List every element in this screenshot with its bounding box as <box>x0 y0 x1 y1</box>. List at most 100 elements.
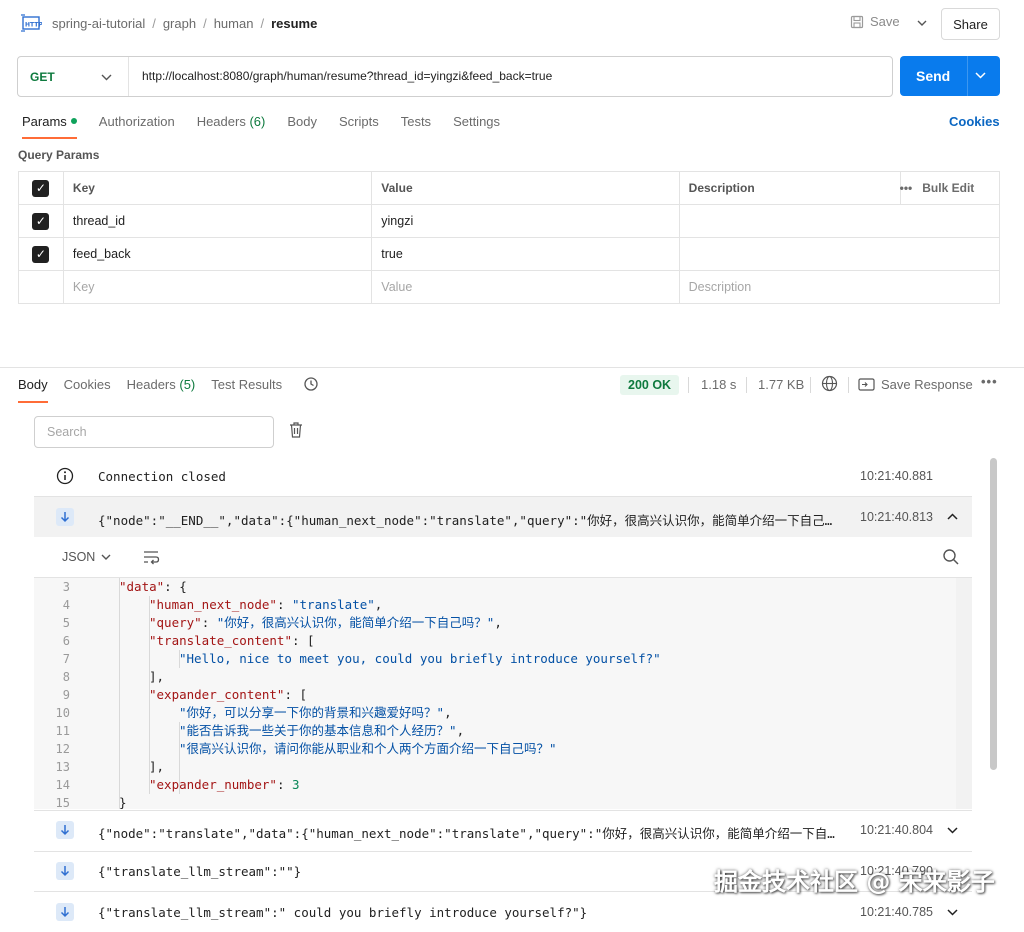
response-tab-cookies[interactable]: Cookies <box>64 377 111 392</box>
headers-count: (6) <box>249 114 266 129</box>
line-number: 5 <box>62 616 70 630</box>
save-options-button[interactable] <box>912 12 932 34</box>
code-line: 8], <box>34 668 946 686</box>
divider <box>746 377 747 393</box>
share-button[interactable]: Share <box>941 8 1000 40</box>
response-tabs: Body Cookies Headers (5) Test Results <box>18 377 298 403</box>
line-number: 14 <box>55 778 70 792</box>
more-dots-icon: ••• <box>899 181 913 195</box>
code-line: 12 "很高兴认识你，请问你能从职业和个人两个方面介绍一下自己吗？" <box>34 740 946 758</box>
breadcrumb-item[interactable]: spring-ai-tutorial <box>52 16 145 31</box>
save-label: Save <box>870 14 900 29</box>
indent-guide <box>179 650 180 668</box>
breadcrumb-item[interactable]: human <box>214 16 254 31</box>
new-description-input[interactable]: Description <box>680 271 999 303</box>
code-content: "expander_number": 3 <box>149 777 300 792</box>
save-response-button[interactable]: Save Response <box>858 377 973 392</box>
code-scrollbar-track[interactable] <box>956 578 972 809</box>
indent-guide <box>179 722 180 794</box>
event-time: 10:21:40.813 <box>860 510 933 524</box>
tab-settings[interactable]: Settings <box>453 114 500 129</box>
down-arrow-icon <box>56 508 74 526</box>
param-value-cell[interactable]: yingzi <box>372 205 680 237</box>
chevron-up-icon[interactable] <box>947 509 958 525</box>
down-arrow-icon <box>56 903 74 921</box>
tab-authorization[interactable]: Authorization <box>99 114 175 129</box>
code-content: "很高兴认识你，请问你能从职业和个人两个方面介绍一下自己吗？" <box>179 741 557 756</box>
line-number: 12 <box>55 742 70 756</box>
select-all-checkbox[interactable]: ✓ <box>32 179 50 197</box>
indent-guide <box>119 578 120 809</box>
new-key-input[interactable]: Key <box>64 271 373 303</box>
response-tab-body[interactable]: Body <box>18 377 48 403</box>
response-scrollbar[interactable] <box>990 458 997 770</box>
chevron-down-icon <box>101 554 111 560</box>
line-number: 11 <box>55 724 70 738</box>
format-select[interactable]: JSON <box>62 550 111 564</box>
param-description-cell[interactable] <box>680 205 999 237</box>
response-size[interactable]: 1.77 KB <box>758 377 804 392</box>
section-divider[interactable] <box>0 367 1024 368</box>
response-tab-test-results[interactable]: Test Results <box>211 377 282 392</box>
line-number: 13 <box>55 760 70 774</box>
param-description-cell[interactable] <box>680 238 999 270</box>
divider <box>128 57 129 96</box>
chevron-down-icon[interactable] <box>947 822 958 838</box>
event-time: 10:21:40.881 <box>860 469 933 483</box>
response-time[interactable]: 1.18 s <box>701 377 736 392</box>
code-line: 11 "能否告诉我一些关于你的基本信息和个人经历？", <box>34 722 946 740</box>
tab-params[interactable]: Params <box>22 114 77 139</box>
send-options-chevron-down-icon[interactable] <box>975 67 986 82</box>
event-row[interactable]: Connection closed 10:21:40.881 <box>34 456 972 496</box>
search-input[interactable]: Search <box>34 416 274 448</box>
chevron-down-icon[interactable] <box>947 904 958 920</box>
event-row[interactable]: {"translate_llm_stream":" could you brie… <box>34 892 972 932</box>
svg-text:HTTP: HTTP <box>25 22 42 29</box>
tab-body[interactable]: Body <box>287 114 317 129</box>
event-row-expanded[interactable]: {"node":"__END__","data":{"human_next_no… <box>34 497 972 537</box>
tab-scripts[interactable]: Scripts <box>339 114 379 129</box>
param-key-cell[interactable]: feed_back <box>64 238 373 270</box>
code-content: "data": { <box>119 579 187 594</box>
method-select[interactable]: GET <box>30 70 55 84</box>
wrap-lines-icon[interactable] <box>142 549 160 565</box>
code-line: 14 "expander_number": 3 <box>34 776 946 794</box>
code-content: } <box>119 795 127 809</box>
url-input[interactable]: http://localhost:8080/graph/human/resume… <box>142 69 552 83</box>
row-checkbox[interactable]: ✓ <box>32 245 50 263</box>
response-tab-headers[interactable]: Headers (5) <box>127 377 196 392</box>
tab-headers[interactable]: Headers (6) <box>197 114 266 129</box>
more-options-icon[interactable]: ••• <box>981 374 998 389</box>
send-button[interactable]: Send <box>900 56 1000 96</box>
cookies-link[interactable]: Cookies <box>949 114 1000 129</box>
indent-guide <box>149 596 150 794</box>
search-icon[interactable] <box>942 548 960 566</box>
table-row-new: Key Value Description <box>19 271 999 303</box>
param-value-cell[interactable]: true <box>372 238 680 270</box>
new-value-input[interactable]: Value <box>372 271 680 303</box>
globe-icon[interactable] <box>821 375 838 395</box>
event-text: {"translate_llm_stream":" could you brie… <box>98 905 588 920</box>
event-text: Connection closed <box>98 469 226 484</box>
bulk-edit-button[interactable]: ••• Bulk Edit <box>900 181 975 195</box>
event-row[interactable]: {"node":"translate","data":{"human_next_… <box>34 810 972 850</box>
param-key-cell[interactable]: thread_id <box>64 205 373 237</box>
save-button[interactable]: Save <box>850 14 900 29</box>
method-chevron-down-icon[interactable] <box>101 69 112 84</box>
column-header-description: Description ••• Bulk Edit <box>680 172 999 204</box>
history-icon[interactable] <box>303 376 319 395</box>
line-number: 4 <box>62 598 70 612</box>
code-content: "query": "你好，很高兴认识你，能简单介绍一下自己吗？", <box>149 615 502 630</box>
code-line: 9 "expander_content": [ <box>34 686 946 704</box>
line-number: 10 <box>55 706 70 720</box>
breadcrumb-current[interactable]: resume <box>271 16 317 31</box>
trash-icon[interactable] <box>288 421 304 442</box>
breadcrumb-item[interactable]: graph <box>163 16 196 31</box>
row-checkbox[interactable]: ✓ <box>32 212 50 230</box>
code-line: 4 "human_next_node": "translate", <box>34 596 946 614</box>
table-row: ✓ feed_back true <box>19 238 999 271</box>
json-code-view[interactable]: 3 "data": { 4 "human_next_node": "translate… <box>34 578 972 809</box>
tab-tests[interactable]: Tests <box>401 114 431 129</box>
event-text: {"node":"translate","data":{"human_next_… <box>98 826 843 841</box>
line-number: 3 <box>62 580 70 594</box>
